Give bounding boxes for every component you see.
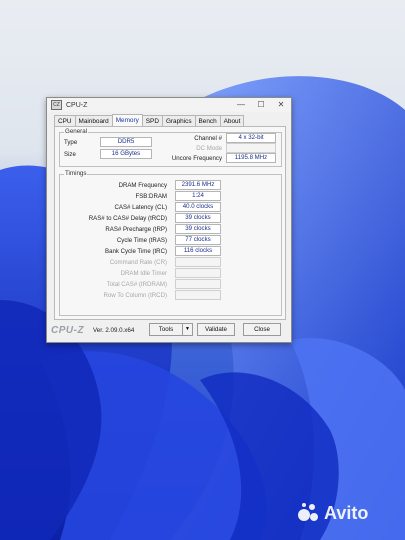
dram-idle-timer-label: DRAM Idle Timer <box>120 270 167 277</box>
version-label: Ver. 2.09.0.x64 <box>93 327 135 334</box>
command-rate-label: Command Rate (CR) <box>109 259 167 266</box>
cas-latency-label: CAS# Latency (CL) <box>114 204 168 211</box>
bank-cycle-time-label: Bank Cycle Time (tRC) <box>105 248 167 255</box>
dram-frequency-value: 2391.6 MHz <box>175 180 221 190</box>
avito-text: Avito <box>324 502 369 523</box>
maximize-button[interactable]: ☐ <box>251 98 271 112</box>
ras-to-cas-label: RAS# to CAS# Delay (tRCD) <box>88 215 167 222</box>
size-label: Size <box>64 151 76 158</box>
cpuz-logo: CPU-Z <box>51 325 85 336</box>
memory-panel: General Type DDR5 Size 16 GBytes Channel… <box>54 126 286 320</box>
uncore-frequency-value: 1195.8 MHz <box>226 153 276 163</box>
window-title: CPU-Z <box>66 101 88 109</box>
cpuz-window: CZ CPU-Z — ☐ ✕ CPU Mainboard Memory SPD … <box>46 97 292 343</box>
dram-idle-timer-value <box>175 268 221 278</box>
fsb-dram-value: 1:24 <box>175 191 221 201</box>
uncore-frequency-label: Uncore Frequency <box>171 155 222 162</box>
close-window-button[interactable]: ✕ <box>271 98 291 112</box>
timings-group-label: Timings <box>64 170 88 177</box>
ras-to-cas-value: 39 clocks <box>175 213 221 223</box>
cpuz-app-icon: CZ <box>51 100 62 110</box>
type-label: Type <box>64 139 78 146</box>
general-group-label: General <box>64 128 89 135</box>
cycle-time-value: 77 clocks <box>175 235 221 245</box>
type-value: DDR5 <box>100 137 152 147</box>
row-to-column-value <box>175 290 221 300</box>
ras-precharge-label: RAS# Precharge (tRP) <box>105 226 167 233</box>
ras-precharge-value: 39 clocks <box>175 224 221 234</box>
general-group: General Type DDR5 Size 16 GBytes Channel… <box>59 128 282 167</box>
bank-cycle-time-value: 116 clocks <box>175 246 221 256</box>
total-cas-label: Total CAS# (tRDRAM) <box>106 281 167 288</box>
minimize-button[interactable]: — <box>231 98 251 112</box>
total-cas-value <box>175 279 221 289</box>
command-rate-value <box>175 257 221 267</box>
row-to-column-label: Row To Column (tRCD) <box>103 292 167 299</box>
close-button[interactable]: Close <box>243 323 281 336</box>
title-bar[interactable]: CZ CPU-Z — ☐ ✕ <box>47 98 291 112</box>
size-value: 16 GBytes <box>100 149 152 159</box>
avito-watermark: Avito <box>298 502 368 524</box>
dram-frequency-label: DRAM Frequency <box>118 182 167 189</box>
timings-group: Timings DRAM Frequency 2391.6 MHz FSB:DR… <box>59 170 282 316</box>
tools-dropdown-icon[interactable]: ▼ <box>182 323 193 336</box>
channel-label: Channel # <box>194 135 222 142</box>
fsb-dram-label: FSB:DRAM <box>135 193 168 200</box>
tools-button[interactable]: Tools <box>149 323 183 336</box>
footer-bar: CPU-Z Ver. 2.09.0.x64 Tools ▼ Validate C… <box>47 322 291 340</box>
cas-latency-value: 40.0 clocks <box>175 202 221 212</box>
validate-button[interactable]: Validate <box>197 323 235 336</box>
dc-mode-value <box>226 143 276 153</box>
channel-value: 4 x 32-bit <box>226 133 276 143</box>
dc-mode-label: DC Mode <box>196 145 222 152</box>
avito-logo-icon <box>298 502 320 524</box>
cycle-time-label: Cycle Time (tRAS) <box>116 237 167 244</box>
